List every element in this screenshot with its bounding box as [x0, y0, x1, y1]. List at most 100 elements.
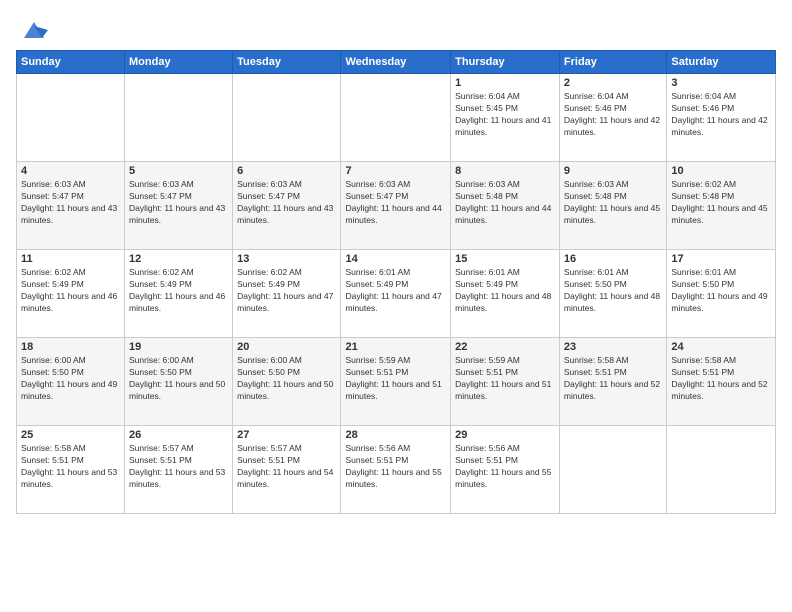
day-info: Sunrise: 6:04 AM Sunset: 5:46 PM Dayligh… — [671, 91, 771, 139]
week-row-2: 11 Sunrise: 6:02 AM Sunset: 5:49 PM Dayli… — [17, 250, 776, 338]
calendar-cell: 14 Sunrise: 6:01 AM Sunset: 5:49 PM Dayli… — [341, 250, 451, 338]
calendar-cell — [17, 74, 125, 162]
day-info: Sunrise: 6:03 AM Sunset: 5:47 PM Dayligh… — [345, 179, 446, 227]
day-number: 20 — [237, 341, 336, 353]
day-info: Sunrise: 6:00 AM Sunset: 5:50 PM Dayligh… — [21, 355, 120, 403]
calendar-cell — [233, 74, 341, 162]
day-info: Sunrise: 6:00 AM Sunset: 5:50 PM Dayligh… — [237, 355, 336, 403]
day-info: Sunrise: 6:02 AM Sunset: 5:49 PM Dayligh… — [21, 267, 120, 315]
day-info: Sunrise: 6:04 AM Sunset: 5:45 PM Dayligh… — [455, 91, 555, 139]
calendar-cell — [667, 426, 776, 514]
calendar-cell: 3 Sunrise: 6:04 AM Sunset: 5:46 PM Daylig… — [667, 74, 776, 162]
day-number: 11 — [21, 253, 120, 265]
day-info: Sunrise: 5:58 AM Sunset: 5:51 PM Dayligh… — [564, 355, 662, 403]
calendar-cell: 18 Sunrise: 6:00 AM Sunset: 5:50 PM Dayli… — [17, 338, 125, 426]
day-number: 26 — [129, 429, 228, 441]
day-info: Sunrise: 5:57 AM Sunset: 5:51 PM Dayligh… — [129, 443, 228, 491]
day-number: 24 — [671, 341, 771, 353]
day-info: Sunrise: 6:00 AM Sunset: 5:50 PM Dayligh… — [129, 355, 228, 403]
day-number: 8 — [455, 165, 555, 177]
day-number: 13 — [237, 253, 336, 265]
day-info: Sunrise: 6:02 AM Sunset: 5:48 PM Dayligh… — [671, 179, 771, 227]
day-number: 28 — [345, 429, 446, 441]
calendar-cell: 19Sunrise: 6:00 AM Sunset: 5:50 PM Dayli… — [125, 338, 233, 426]
day-info: Sunrise: 5:56 AM Sunset: 5:51 PM Dayligh… — [345, 443, 446, 491]
calendar-cell: 22 Sunrise: 5:59 AM Sunset: 5:51 PM Dayli… — [451, 338, 560, 426]
day-info: Sunrise: 5:58 AM Sunset: 5:51 PM Dayligh… — [21, 443, 120, 491]
day-number: 9 — [564, 165, 662, 177]
day-info: Sunrise: 5:59 AM Sunset: 5:51 PM Dayligh… — [455, 355, 555, 403]
header-day-tuesday: Tuesday — [233, 51, 341, 74]
week-row-0: 1 Sunrise: 6:04 AM Sunset: 5:45 PM Daylig… — [17, 74, 776, 162]
day-number: 4 — [21, 165, 120, 177]
day-number: 5 — [129, 165, 228, 177]
page: SundayMondayTuesdayWednesdayThursdayFrid… — [0, 0, 792, 612]
day-info: Sunrise: 6:03 AM Sunset: 5:48 PM Dayligh… — [455, 179, 555, 227]
calendar-body: 1 Sunrise: 6:04 AM Sunset: 5:45 PM Daylig… — [17, 74, 776, 514]
calendar-cell: 13 Sunrise: 6:02 AM Sunset: 5:49 PM Dayli… — [233, 250, 341, 338]
header-day-monday: Monday — [125, 51, 233, 74]
calendar-cell: 1 Sunrise: 6:04 AM Sunset: 5:45 PM Daylig… — [451, 74, 560, 162]
calendar-cell: 21 Sunrise: 5:59 AM Sunset: 5:51 PM Dayli… — [341, 338, 451, 426]
day-info: Sunrise: 5:57 AM Sunset: 5:51 PM Dayligh… — [237, 443, 336, 491]
calendar-cell: 27Sunrise: 5:57 AM Sunset: 5:51 PM Dayli… — [233, 426, 341, 514]
day-number: 12 — [129, 253, 228, 265]
day-info: Sunrise: 6:02 AM Sunset: 5:49 PM Dayligh… — [237, 267, 336, 315]
calendar-cell: 12 Sunrise: 6:02 AM Sunset: 5:49 PM Dayli… — [125, 250, 233, 338]
day-number: 10 — [671, 165, 771, 177]
day-info: Sunrise: 5:59 AM Sunset: 5:51 PM Dayligh… — [345, 355, 446, 403]
day-info: Sunrise: 6:01 AM Sunset: 5:50 PM Dayligh… — [564, 267, 662, 315]
day-info: Sunrise: 6:03 AM Sunset: 5:47 PM Dayligh… — [237, 179, 336, 227]
day-number: 14 — [345, 253, 446, 265]
day-info: Sunrise: 6:01 AM Sunset: 5:49 PM Dayligh… — [455, 267, 555, 315]
calendar-cell: 8 Sunrise: 6:03 AM Sunset: 5:48 PM Daylig… — [451, 162, 560, 250]
day-number: 25 — [21, 429, 120, 441]
calendar-cell: 25 Sunrise: 5:58 AM Sunset: 5:51 PM Dayli… — [17, 426, 125, 514]
header-row: SundayMondayTuesdayWednesdayThursdayFrid… — [17, 51, 776, 74]
day-number: 7 — [345, 165, 446, 177]
calendar-cell: 7 Sunrise: 6:03 AM Sunset: 5:47 PM Daylig… — [341, 162, 451, 250]
calendar-cell: 17 Sunrise: 6:01 AM Sunset: 5:50 PM Dayli… — [667, 250, 776, 338]
calendar-cell: 9 Sunrise: 6:03 AM Sunset: 5:48 PM Daylig… — [559, 162, 666, 250]
day-number: 18 — [21, 341, 120, 353]
calendar-cell: 23 Sunrise: 5:58 AM Sunset: 5:51 PM Dayli… — [559, 338, 666, 426]
calendar-table: SundayMondayTuesdayWednesdayThursdayFrid… — [16, 50, 776, 514]
header-day-wednesday: Wednesday — [341, 51, 451, 74]
day-number: 16 — [564, 253, 662, 265]
logo — [16, 16, 48, 44]
calendar-cell: 6 Sunrise: 6:03 AM Sunset: 5:47 PM Daylig… — [233, 162, 341, 250]
header-day-sunday: Sunday — [17, 51, 125, 74]
calendar-cell: 16 Sunrise: 6:01 AM Sunset: 5:50 PM Dayli… — [559, 250, 666, 338]
day-info: Sunrise: 6:02 AM Sunset: 5:49 PM Dayligh… — [129, 267, 228, 315]
calendar-cell: 11 Sunrise: 6:02 AM Sunset: 5:49 PM Dayli… — [17, 250, 125, 338]
day-number: 2 — [564, 77, 662, 89]
week-row-1: 4 Sunrise: 6:03 AM Sunset: 5:47 PM Daylig… — [17, 162, 776, 250]
day-info: Sunrise: 5:56 AM Sunset: 5:51 PM Dayligh… — [455, 443, 555, 491]
calendar-cell: 29Sunrise: 5:56 AM Sunset: 5:51 PM Dayli… — [451, 426, 560, 514]
day-number: 22 — [455, 341, 555, 353]
day-info: Sunrise: 6:03 AM Sunset: 5:47 PM Dayligh… — [21, 179, 120, 227]
day-number: 6 — [237, 165, 336, 177]
day-info: Sunrise: 6:03 AM Sunset: 5:48 PM Dayligh… — [564, 179, 662, 227]
header-day-saturday: Saturday — [667, 51, 776, 74]
calendar-cell — [559, 426, 666, 514]
header — [16, 12, 776, 44]
calendar-cell — [125, 74, 233, 162]
day-number: 21 — [345, 341, 446, 353]
day-info: Sunrise: 6:01 AM Sunset: 5:50 PM Dayligh… — [671, 267, 771, 315]
calendar-cell: 26 Sunrise: 5:57 AM Sunset: 5:51 PM Dayli… — [125, 426, 233, 514]
day-number: 1 — [455, 77, 555, 89]
day-number: 3 — [671, 77, 771, 89]
calendar-cell: 24 Sunrise: 5:58 AM Sunset: 5:51 PM Dayli… — [667, 338, 776, 426]
calendar-cell: 28 Sunrise: 5:56 AM Sunset: 5:51 PM Dayli… — [341, 426, 451, 514]
day-info: Sunrise: 6:01 AM Sunset: 5:49 PM Dayligh… — [345, 267, 446, 315]
day-number: 23 — [564, 341, 662, 353]
day-info: Sunrise: 6:04 AM Sunset: 5:46 PM Dayligh… — [564, 91, 662, 139]
calendar-cell: 2 Sunrise: 6:04 AM Sunset: 5:46 PM Daylig… — [559, 74, 666, 162]
week-row-4: 25 Sunrise: 5:58 AM Sunset: 5:51 PM Dayli… — [17, 426, 776, 514]
day-info: Sunrise: 6:03 AM Sunset: 5:47 PM Dayligh… — [129, 179, 228, 227]
day-number: 17 — [671, 253, 771, 265]
day-info: Sunrise: 5:58 AM Sunset: 5:51 PM Dayligh… — [671, 355, 771, 403]
calendar-cell: 5 Sunrise: 6:03 AM Sunset: 5:47 PM Daylig… — [125, 162, 233, 250]
header-day-thursday: Thursday — [451, 51, 560, 74]
